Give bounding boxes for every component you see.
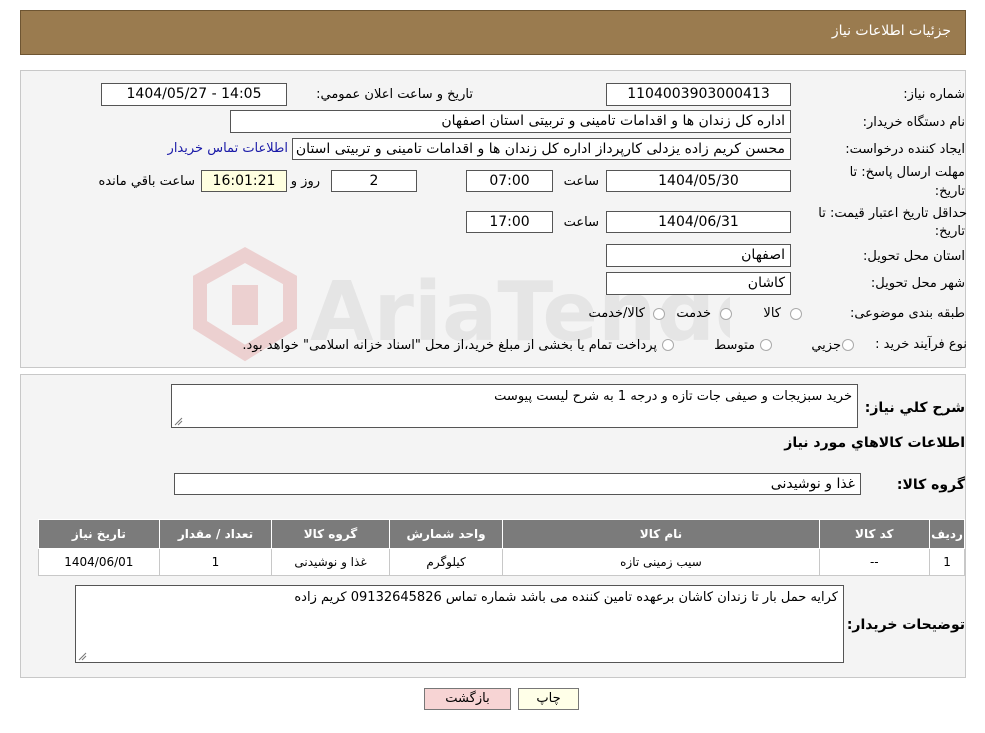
creator-label: ايجاد كننده درخواست: <box>845 142 965 157</box>
col-code: كد كالا <box>818 519 931 549</box>
remaining-time-label: ساعت باقي مانده <box>98 174 195 189</box>
col-unit: واحد شمارش <box>388 519 504 549</box>
category-radio-goods-service[interactable] <box>653 308 665 320</box>
category-option-goods-service: کالا/خدمت <box>588 306 645 321</box>
process-radio-treasury[interactable] <box>662 339 674 351</box>
announce-label: تاريخ و ساعت اعلان عمومي: <box>316 87 473 102</box>
goods-table: رديف كد كالا نام كالا واحد شمارش گروه كا… <box>38 519 965 576</box>
buyer-notes-label: توضيحات خريدار: <box>846 617 965 633</box>
validity-label: حداقل تاريخ اعتبار قيمت: تا <box>818 206 967 221</box>
validity-time-field: 17:00 <box>466 211 553 233</box>
need-number-field: 1104003903000413 <box>606 83 791 106</box>
need-number-label: شماره نیاز: <box>903 87 965 102</box>
goods-table-header: رديف كد كالا نام كالا واحد شمارش گروه كا… <box>38 519 965 549</box>
back-button[interactable]: بازگشت <box>424 688 511 710</box>
process-note: پرداخت تمام یا بخشی از مبلغ خرید،از محل … <box>242 338 657 353</box>
goods-group-label: گروه كالا: <box>896 477 965 493</box>
process-option-minor: جزیي <box>811 338 841 353</box>
deadline-label: مهلت ارسال پاسخ: تا <box>849 165 965 180</box>
buyer-notes-textarea[interactable]: کرایه حمل بار تا زندان کاشان برعهده تامی… <box>75 585 844 663</box>
col-group: گروه كالا <box>271 519 390 549</box>
cell-unit: کیلوگرم <box>388 548 504 576</box>
cell-code: -- <box>818 548 931 576</box>
validity-date-field: 1404/06/31 <box>606 211 791 233</box>
category-option-service: خدمت <box>676 306 711 321</box>
cell-name: سیب زمینی تازه <box>502 548 820 576</box>
buyer-org-field: اداره کل زندان ها و اقدامات تامینی و ترب… <box>230 110 791 133</box>
deadline-date-field: 1404/05/30 <box>606 170 791 192</box>
cell-row: 1 <box>929 548 965 576</box>
validity-label-2: تاريخ: <box>934 224 965 239</box>
deadline-label-2: تاريخ: <box>934 184 965 199</box>
buyer-contact-link[interactable]: اطلاعات تماس خريدار <box>168 141 288 156</box>
announce-datetime-field: 1404/05/27 - 14:05 <box>101 83 287 106</box>
col-need-date: تاريخ نياز <box>38 519 160 549</box>
deadline-time-field: 07:00 <box>466 170 553 192</box>
cell-group: غذا و نوشیدنی <box>271 548 390 576</box>
summary-resize-handle-icon[interactable] <box>174 417 183 426</box>
category-radio-service[interactable] <box>720 308 732 320</box>
days-remaining-field: 2 <box>331 170 417 192</box>
process-radio-minor[interactable] <box>842 339 854 351</box>
validity-time-label: ساعت <box>563 215 599 230</box>
notes-resize-handle-icon[interactable] <box>78 652 87 661</box>
deadline-time-label: ساعت <box>563 174 599 189</box>
summary-label: شرح كلي نياز: <box>864 400 965 416</box>
col-name: نام كالا <box>502 519 820 549</box>
category-option-goods: کالا <box>763 306 781 321</box>
creator-field: محسن کریم زاده یزدلی کارپرداز اداره کل ز… <box>292 138 791 160</box>
summary-textarea[interactable]: خرید سبزیجات و صیفی جات تازه و درجه 1 به… <box>171 384 858 428</box>
goods-info-title: اطلاعات كالاهاي مورد نياز <box>784 435 965 451</box>
col-row: رديف <box>929 519 965 549</box>
category-radio-goods[interactable] <box>790 308 802 320</box>
buyer-org-label: نام دستگاه خريدار: <box>862 115 965 130</box>
process-option-medium: متوسط <box>714 338 755 353</box>
category-label: طبقه بندی موضوعی: <box>849 306 965 321</box>
table-row: 1 -- سیب زمینی تازه کیلوگرم غذا و نوشیدن… <box>38 548 965 576</box>
remaining-time-field: 16:01:21 <box>201 170 287 192</box>
page-header: جزئیات اطلاعات نیاز <box>20 10 966 55</box>
province-label: استان محل تحويل: <box>863 249 965 264</box>
col-quantity: تعداد / مقدار <box>158 519 273 549</box>
goods-group-field: غذا و نوشیدنی <box>174 473 861 495</box>
page-title: جزئیات اطلاعات نیاز <box>831 23 951 39</box>
process-radio-medium[interactable] <box>760 339 772 351</box>
process-label: نوع فرآيند خريد : <box>875 337 967 352</box>
days-label: روز و <box>290 174 320 189</box>
print-button[interactable]: چاپ <box>518 688 579 710</box>
cell-need-date: 1404/06/01 <box>38 548 160 576</box>
city-label: شهر محل تحويل: <box>870 276 965 291</box>
province-field: اصفهان <box>606 244 791 267</box>
cell-quantity: 1 <box>158 548 273 576</box>
city-field: کاشان <box>606 272 791 295</box>
